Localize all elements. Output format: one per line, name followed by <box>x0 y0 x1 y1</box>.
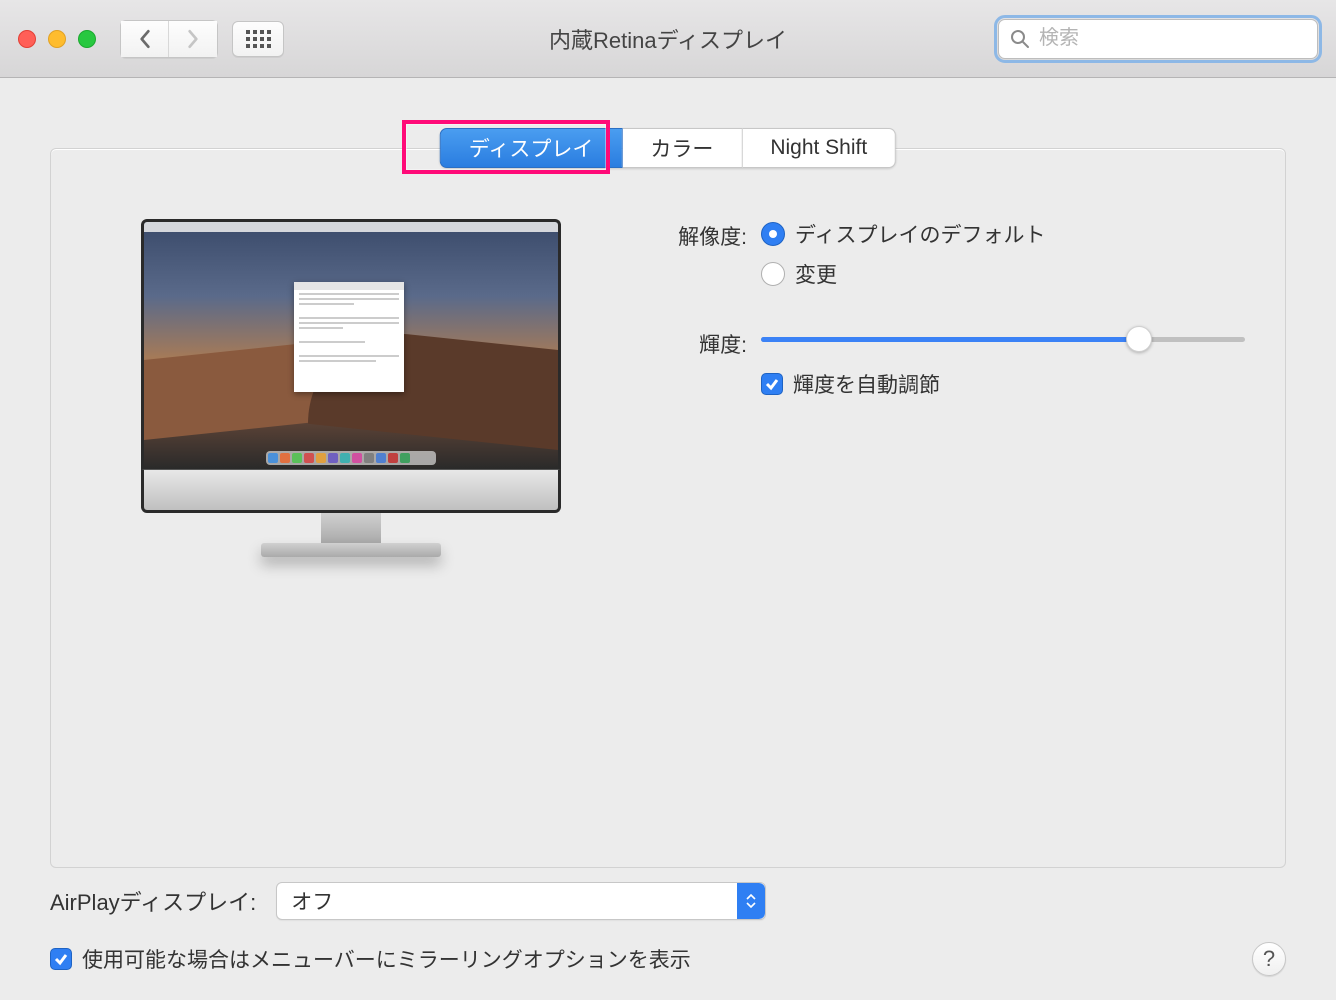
resolution-scaled-option[interactable]: 変更 <box>761 259 1245 289</box>
close-window-button[interactable] <box>18 30 36 48</box>
radio-unchecked-icon <box>761 262 785 286</box>
brightness-row: 輝度: 輝度を自動調節 <box>651 327 1245 399</box>
mirroring-row: 使用可能な場合はメニューバーにミラーリングオプションを表示 ? <box>50 942 1286 976</box>
back-button[interactable] <box>121 21 169 57</box>
content-area: ディスプレイ カラー Night Shift <box>0 78 1336 868</box>
forward-button[interactable] <box>169 21 217 57</box>
monitor-preview <box>111 219 591 837</box>
airplay-label: AirPlayディスプレイ: <box>50 885 256 917</box>
help-button[interactable]: ? <box>1252 942 1286 976</box>
settings-form: 解像度: ディスプレイのデフォルト 変更 輝度: <box>591 219 1245 837</box>
resolution-label: 解像度: <box>651 219 761 251</box>
auto-brightness-label: 輝度を自動調節 <box>793 369 940 399</box>
select-arrows-icon <box>737 883 765 919</box>
search-input[interactable] <box>998 19 1318 59</box>
grid-icon <box>246 30 271 48</box>
window-titlebar: 内蔵Retinaディスプレイ <box>0 0 1336 78</box>
bottom-area: AirPlayディスプレイ: オフ 使用可能な場合はメニューバーにミラーリングオ… <box>0 868 1336 1000</box>
radio-checked-icon <box>761 222 785 246</box>
minimize-window-button[interactable] <box>48 30 66 48</box>
auto-brightness-option[interactable]: 輝度を自動調節 <box>761 369 1245 399</box>
show-all-button[interactable] <box>232 21 284 57</box>
tab-color[interactable]: カラー <box>622 128 742 168</box>
zoom-window-button[interactable] <box>78 30 96 48</box>
resolution-default-label: ディスプレイのデフォルト <box>795 219 1046 249</box>
mirroring-label: 使用可能な場合はメニューバーにミラーリングオプションを表示 <box>82 944 691 974</box>
mirroring-option[interactable]: 使用可能な場合はメニューバーにミラーリングオプションを表示 <box>50 944 691 974</box>
tab-bar: ディスプレイ カラー Night Shift <box>440 128 896 168</box>
brightness-slider[interactable] <box>761 327 1245 351</box>
airplay-select[interactable]: オフ <box>276 882 766 920</box>
checkbox-checked-icon <box>50 948 72 970</box>
airplay-row: AirPlayディスプレイ: オフ <box>50 882 1286 920</box>
monitor-illustration <box>141 219 561 557</box>
resolution-default-option[interactable]: ディスプレイのデフォルト <box>761 219 1245 249</box>
brightness-label: 輝度: <box>651 327 761 359</box>
search-wrap <box>998 19 1318 59</box>
tab-display[interactable]: ディスプレイ <box>440 128 623 168</box>
resolution-row: 解像度: ディスプレイのデフォルト 変更 <box>651 219 1245 299</box>
nav-buttons <box>120 20 218 58</box>
airplay-value: オフ <box>277 886 333 916</box>
resolution-scaled-label: 変更 <box>795 259 837 289</box>
checkbox-checked-icon <box>761 373 783 395</box>
search-icon <box>1010 29 1030 52</box>
settings-panel: 解像度: ディスプレイのデフォルト 変更 輝度: <box>50 148 1286 868</box>
traffic-lights <box>18 30 96 48</box>
tab-night-shift[interactable]: Night Shift <box>742 128 896 168</box>
